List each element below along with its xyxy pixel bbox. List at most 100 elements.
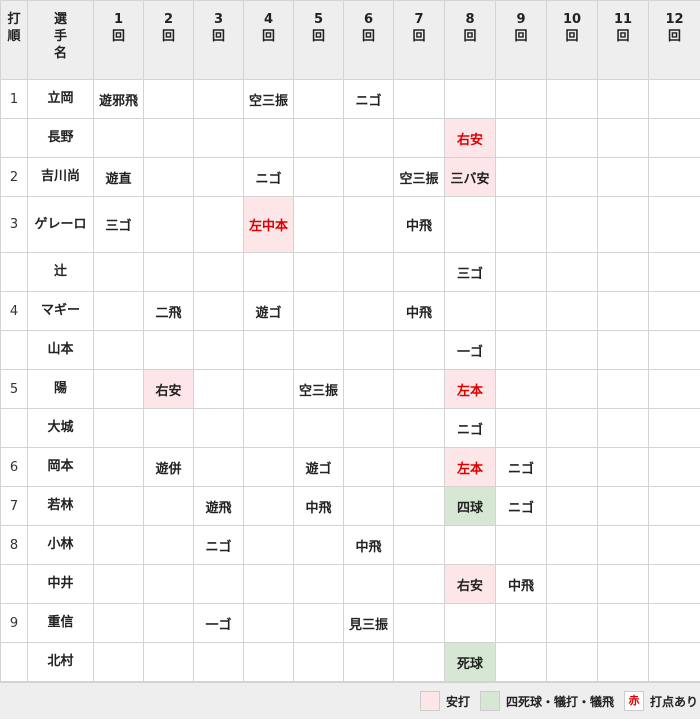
- at-bat-result-cell: 左本: [445, 370, 496, 409]
- header-inning-text: 1: [94, 11, 143, 28]
- at-bat-result-cell: [144, 526, 194, 565]
- at-bat-result-cell: 左本: [445, 448, 496, 487]
- player-name-cell[interactable]: 立岡: [28, 80, 94, 119]
- at-bat-result-cell: [244, 370, 294, 409]
- at-bat-result-cell: 遊邪飛: [94, 80, 144, 119]
- player-name-cell[interactable]: マギー: [28, 292, 94, 331]
- at-bat-result-cell: [94, 604, 144, 643]
- header-inning-text: 回: [244, 28, 293, 45]
- at-bat-result-cell: [547, 253, 598, 292]
- at-bat-result-cell: [394, 119, 445, 158]
- at-bat-result-cell: [649, 526, 700, 565]
- at-bat-result-cell: [94, 448, 144, 487]
- batting-order-cell: 6: [1, 448, 28, 487]
- header-inning-text: 回: [547, 28, 597, 45]
- player-name-cell[interactable]: 大城: [28, 409, 94, 448]
- at-bat-result-cell: [496, 197, 547, 253]
- header-inning-text: 回: [445, 28, 495, 45]
- at-bat-result-cell: [94, 565, 144, 604]
- at-bat-result-cell: [496, 409, 547, 448]
- legend-walk-label: 四死球・犠打・犠飛: [506, 693, 614, 710]
- header-batting-order: 打 順: [1, 1, 28, 80]
- at-bat-result-cell: [294, 565, 344, 604]
- header-order-char: 順: [1, 28, 27, 45]
- at-bat-result-cell: [144, 409, 194, 448]
- at-bat-result-cell: 右安: [445, 565, 496, 604]
- header-player-name: 選 手 名: [28, 1, 94, 80]
- rbi-swatch: 赤: [624, 691, 644, 711]
- header-inning-text: 7: [394, 11, 444, 28]
- at-bat-result-cell: ニゴ: [445, 409, 496, 448]
- player-name-cell[interactable]: 若林: [28, 487, 94, 526]
- at-bat-result-cell: [496, 119, 547, 158]
- at-bat-result-cell: [649, 119, 700, 158]
- at-bat-result-cell: [394, 331, 445, 370]
- at-bat-result-cell: [649, 158, 700, 197]
- at-bat-result-cell: 死球: [445, 643, 496, 682]
- legend-walk: 四死球・犠打・犠飛: [480, 691, 614, 711]
- at-bat-result-cell: [94, 370, 144, 409]
- at-bat-result-cell: [144, 487, 194, 526]
- batting-order-cell: [1, 643, 28, 682]
- at-bat-result-cell: [547, 158, 598, 197]
- batting-order-cell: 4: [1, 292, 28, 331]
- at-bat-result-cell: 遊ゴ: [294, 448, 344, 487]
- header-inning-5: 5回: [294, 1, 344, 80]
- player-name-cell[interactable]: 山本: [28, 331, 94, 370]
- player-name-cell[interactable]: 陽: [28, 370, 94, 409]
- at-bat-result-cell: [194, 370, 244, 409]
- at-bat-result-cell: [547, 331, 598, 370]
- at-bat-result-cell: [496, 643, 547, 682]
- player-name-cell[interactable]: 中井: [28, 565, 94, 604]
- at-bat-result-cell: [244, 409, 294, 448]
- at-bat-result-cell: [547, 292, 598, 331]
- player-name-cell[interactable]: 北村: [28, 643, 94, 682]
- at-bat-result-cell: [649, 409, 700, 448]
- batting-order-cell: 9: [1, 604, 28, 643]
- at-bat-result-cell: ニゴ: [244, 158, 294, 197]
- at-bat-result-cell: 四球: [445, 487, 496, 526]
- player-name-cell[interactable]: 辻: [28, 253, 94, 292]
- at-bat-result-cell: [244, 565, 294, 604]
- at-bat-result-cell: [394, 409, 445, 448]
- header-inning-text: 11: [598, 11, 648, 28]
- header-inning-text: 10: [547, 11, 597, 28]
- player-row: 7若林遊飛中飛四球ニゴ: [1, 487, 700, 526]
- header-inning-text: 回: [344, 28, 393, 45]
- walk-swatch: [480, 691, 500, 711]
- at-bat-result-cell: ニゴ: [194, 526, 244, 565]
- player-name-cell[interactable]: 重信: [28, 604, 94, 643]
- player-name-cell[interactable]: 長野: [28, 119, 94, 158]
- header-inning-text: 3: [194, 11, 243, 28]
- at-bat-result-cell: [194, 158, 244, 197]
- at-bat-result-cell: [649, 604, 700, 643]
- at-bat-result-cell: [144, 565, 194, 604]
- player-name-cell[interactable]: ゲレーロ: [28, 197, 94, 253]
- header-inning-4: 4回: [244, 1, 294, 80]
- at-bat-result-cell: [294, 80, 344, 119]
- header-inning-text: 8: [445, 11, 495, 28]
- at-bat-result-cell: [394, 448, 445, 487]
- at-bat-result-cell: 三バ安: [445, 158, 496, 197]
- legend-hit: 安打: [420, 691, 470, 711]
- at-bat-result-cell: [394, 487, 445, 526]
- header-inning-text: 2: [144, 11, 193, 28]
- at-bat-result-cell: [194, 119, 244, 158]
- at-bat-result-cell: [649, 487, 700, 526]
- player-name-cell[interactable]: 吉川尚: [28, 158, 94, 197]
- at-bat-result-cell: [144, 158, 194, 197]
- header-inning-text: 12: [649, 11, 700, 28]
- at-bat-result-cell: 遊併: [144, 448, 194, 487]
- header-inning-text: 9: [496, 11, 546, 28]
- at-bat-result-cell: [547, 370, 598, 409]
- player-row: 北村 死球: [1, 643, 700, 682]
- at-bat-result-cell: [244, 526, 294, 565]
- batting-scoreboard: 打 順 選 手 名 1回2回3回4回5回6回7回8回9回10回11回12回 1立…: [0, 0, 700, 682]
- at-bat-result-cell: [144, 643, 194, 682]
- at-bat-result-cell: 中飛: [394, 292, 445, 331]
- at-bat-result-cell: [294, 331, 344, 370]
- player-name-cell[interactable]: 岡本: [28, 448, 94, 487]
- player-row: 山本一ゴ: [1, 331, 700, 370]
- player-name-cell[interactable]: 小林: [28, 526, 94, 565]
- header-order-char: 打: [1, 11, 27, 28]
